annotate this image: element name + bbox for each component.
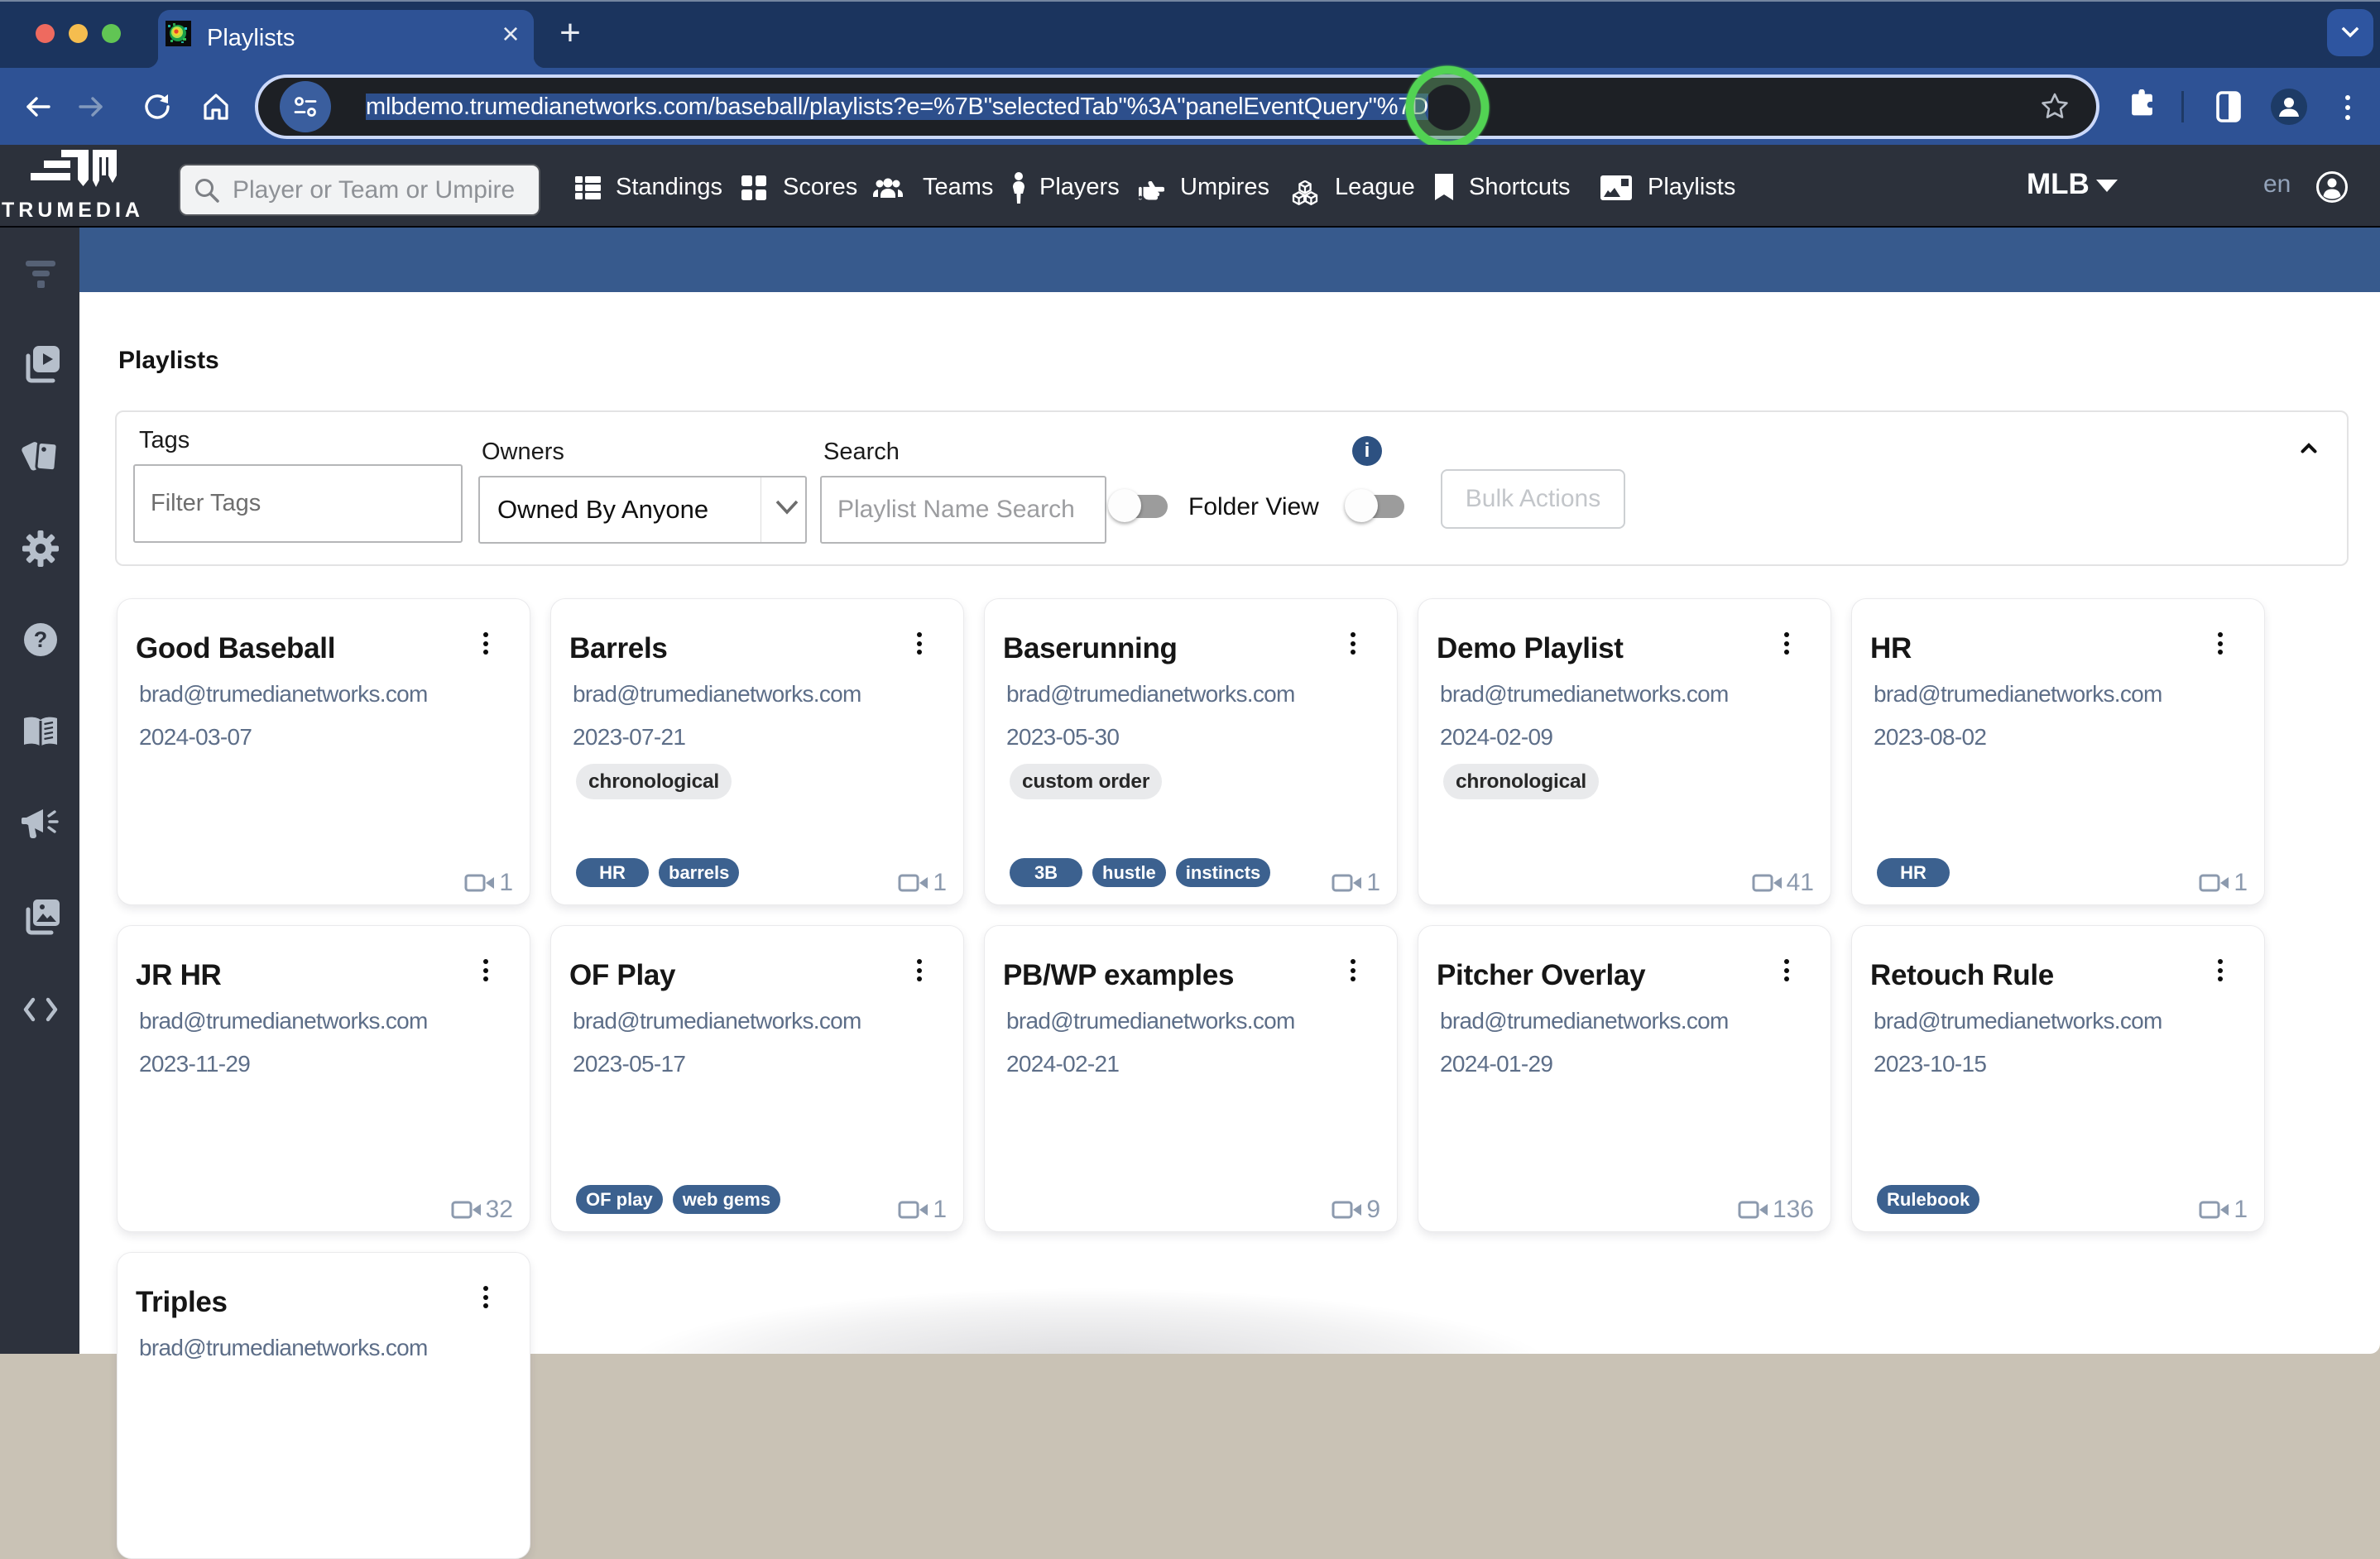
svg-text:?: ? (34, 627, 48, 652)
